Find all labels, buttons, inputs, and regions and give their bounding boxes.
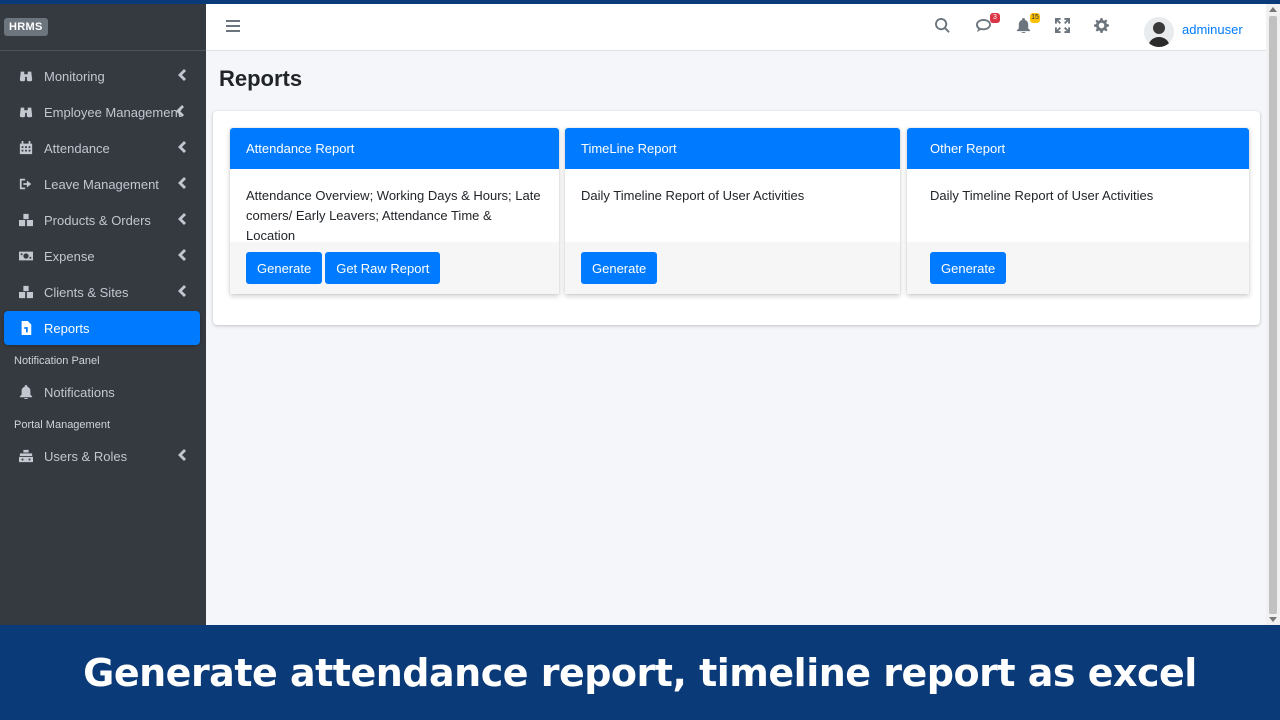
- timeline-report-card: TimeLine Report Daily Timeline Report of…: [565, 128, 900, 294]
- card-title: Other Report: [907, 128, 1249, 169]
- generate-attendance-report-button[interactable]: Generate: [246, 252, 323, 284]
- chevron-left-icon: [176, 105, 186, 117]
- card-footer: Generate: [907, 242, 1249, 294]
- page-title: Reports: [219, 66, 303, 91]
- boxes-icon: [18, 212, 34, 228]
- sidebar-item-leave-management[interactable]: Leave Management: [4, 167, 200, 201]
- caption-text: Generate attendance report, timeline rep…: [83, 650, 1197, 695]
- section-header-notification-panel: Notification Panel: [14, 355, 100, 367]
- card-description: Daily Timeline Report of User Activities: [930, 188, 1154, 203]
- other-report-card: Other Report Daily Timeline Report of Us…: [907, 128, 1249, 294]
- chevron-left-icon: [178, 285, 188, 297]
- fullscreen-icon[interactable]: [1055, 18, 1073, 36]
- sidebar-item-products-orders[interactable]: Products & Orders: [4, 203, 200, 237]
- brand[interactable]: HRMS: [0, 4, 206, 51]
- sidebar-item-notifications[interactable]: Notifications: [4, 375, 200, 409]
- search-icon[interactable]: [935, 18, 953, 36]
- brand-logo[interactable]: HRMS: [4, 18, 48, 36]
- chevron-left-icon: [178, 449, 188, 461]
- chevron-left-icon: [178, 69, 188, 81]
- sidebar-item-reports[interactable]: Reports: [4, 311, 200, 345]
- sidebar-item-label: Clients & Sites: [44, 284, 129, 300]
- sidebar-item-label: Attendance: [44, 140, 110, 156]
- card-title: Attendance Report: [230, 128, 559, 169]
- scroll-thumb[interactable]: [1269, 16, 1277, 614]
- card-description: Daily Timeline Report of User Activities: [581, 188, 805, 203]
- notifications-badge: 15: [1030, 13, 1040, 23]
- messages-badge: 3: [990, 13, 1000, 23]
- users-roles-icon: [18, 448, 34, 464]
- money-icon: [18, 248, 34, 264]
- section-header-portal-management: Portal Management: [14, 419, 110, 431]
- card-description: Attendance Overview; Working Days & Hour…: [246, 188, 541, 243]
- sidebar-item-attendance[interactable]: Attendance: [4, 131, 200, 165]
- binoculars-icon: [18, 104, 34, 120]
- chevron-left-icon: [178, 177, 188, 189]
- bell-icon[interactable]: 15: [1016, 13, 1040, 36]
- sidebar: HRMS Monitoring Employee Management Atte…: [0, 4, 206, 625]
- sidebar-item-label: Expense: [44, 248, 95, 264]
- get-raw-report-button[interactable]: Get Raw Report: [325, 252, 441, 284]
- card-footer: Generate Get Raw Report: [230, 242, 559, 294]
- sidebar-item-monitoring[interactable]: Monitoring: [4, 59, 200, 93]
- messages-icon[interactable]: 3: [976, 13, 1000, 36]
- generate-other-report-button[interactable]: Generate: [930, 252, 1007, 284]
- caption-banner: Generate attendance report, timeline rep…: [0, 625, 1280, 720]
- calendar-icon: [18, 140, 34, 156]
- main-content: 3 15 adminuser Reports Attendance Report…: [206, 4, 1266, 625]
- sidebar-item-label: Products & Orders: [44, 212, 151, 228]
- chevron-left-icon: [178, 213, 188, 225]
- file-icon: [18, 320, 34, 336]
- sidebar-item-label: Monitoring: [44, 68, 105, 84]
- user-avatar[interactable]: [1144, 17, 1174, 47]
- vertical-scrollbar[interactable]: [1266, 4, 1280, 625]
- bell-icon: [18, 384, 34, 400]
- chevron-left-icon: [178, 249, 188, 261]
- username-link[interactable]: adminuser: [1182, 22, 1243, 37]
- scroll-down-arrow-icon[interactable]: [1269, 617, 1277, 622]
- sidebar-item-label: Users & Roles: [44, 448, 128, 464]
- card-title: TimeLine Report: [565, 128, 900, 169]
- sidebar-item-label: Leave Management: [44, 176, 159, 192]
- scroll-up-arrow-icon[interactable]: [1269, 7, 1277, 12]
- gear-icon[interactable]: [1094, 18, 1112, 36]
- sidebar-item-employee-management[interactable]: Employee Management: [4, 95, 200, 129]
- boxes-icon: [18, 284, 34, 300]
- card-footer: Generate: [565, 242, 900, 294]
- hamburger-menu-icon[interactable]: [226, 20, 240, 32]
- binoculars-icon: [18, 68, 34, 84]
- top-navbar: 3 15 adminuser: [206, 4, 1266, 51]
- sidebar-item-label: Reports: [44, 320, 90, 336]
- sign-out-icon: [18, 176, 34, 192]
- sidebar-item-users-roles[interactable]: Users & Roles: [4, 439, 200, 473]
- sidebar-item-label: Notifications: [44, 384, 115, 400]
- sidebar-item-expense[interactable]: Expense: [4, 239, 200, 273]
- sidebar-item-clients-sites[interactable]: Clients & Sites: [4, 275, 200, 309]
- sidebar-nav: Monitoring Employee Management Attendanc…: [0, 51, 206, 473]
- chevron-left-icon: [178, 141, 188, 153]
- attendance-report-card: Attendance Report Attendance Overview; W…: [230, 128, 559, 294]
- generate-timeline-report-button[interactable]: Generate: [581, 252, 658, 284]
- sidebar-item-label: Employee Management: [44, 104, 182, 120]
